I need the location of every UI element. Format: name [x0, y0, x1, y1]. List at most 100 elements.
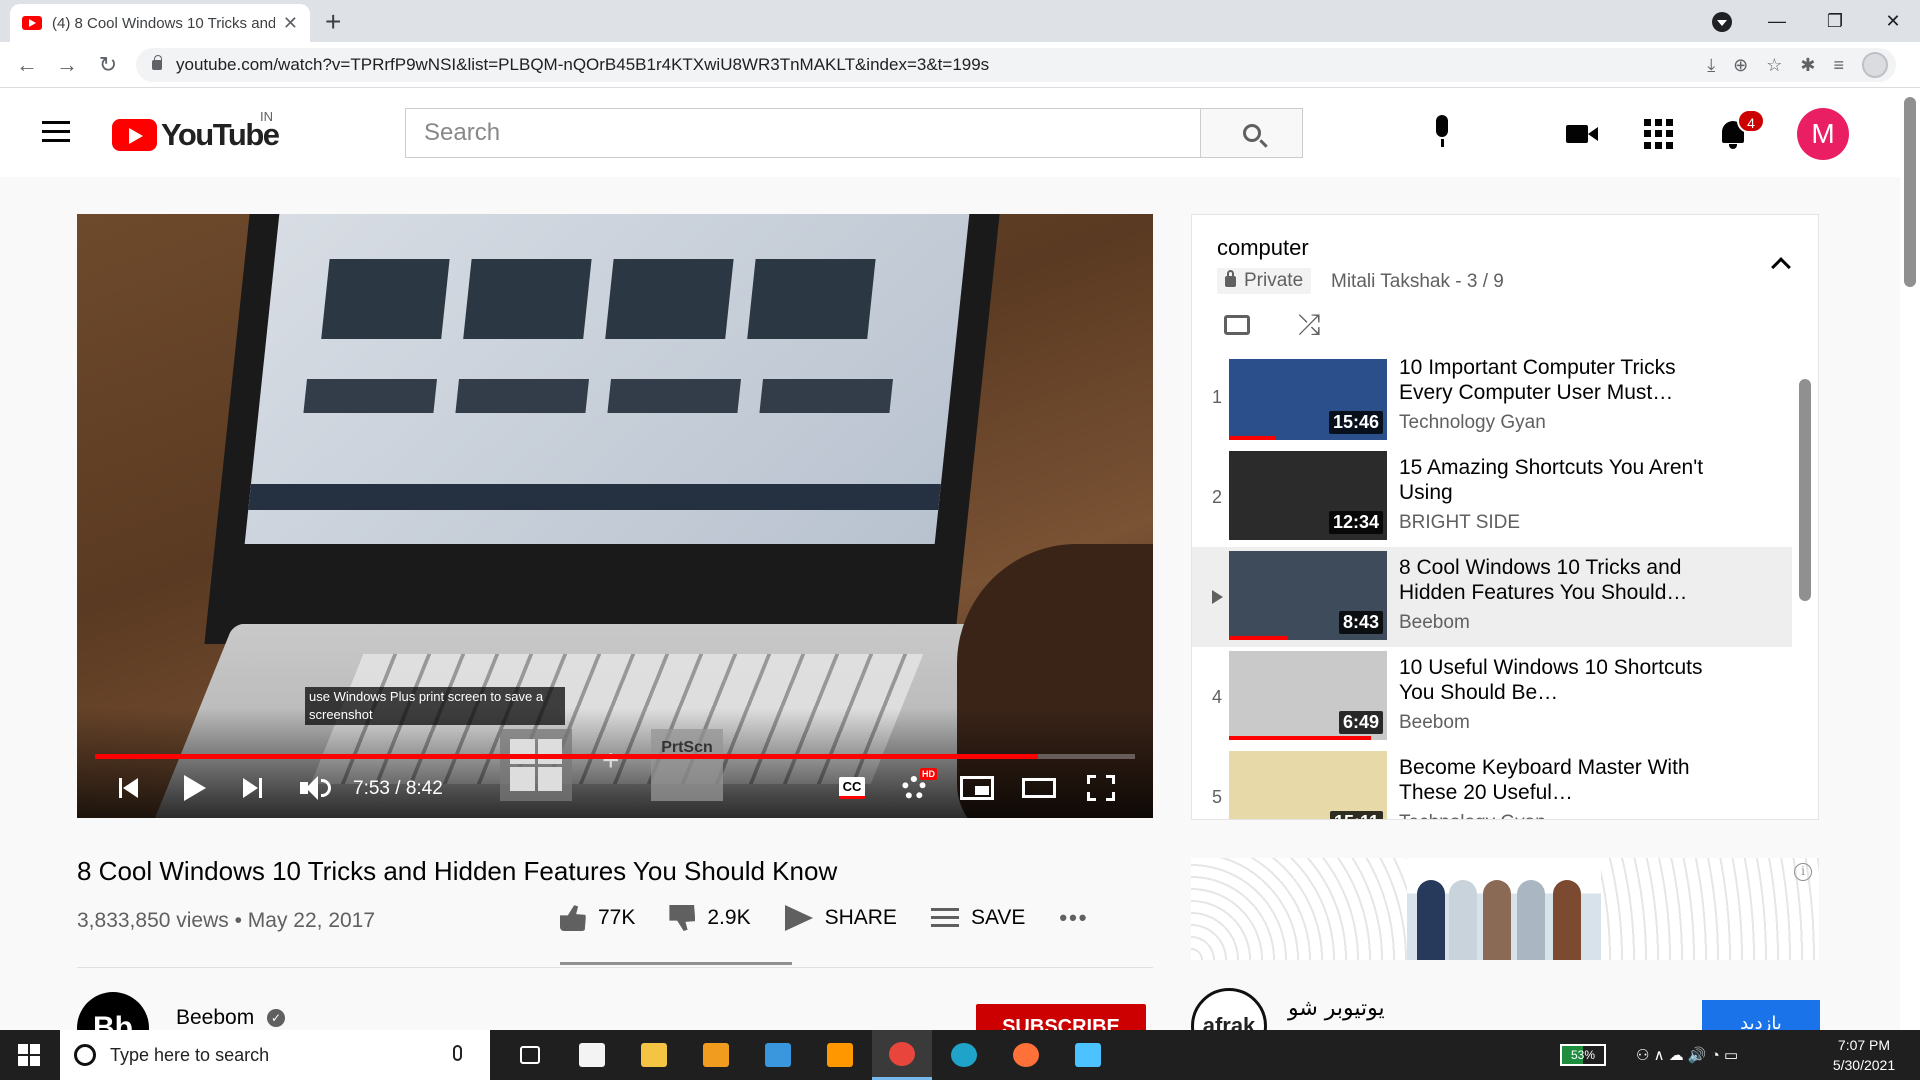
like-count: 77K [598, 906, 636, 929]
taskbar-sublime-icon[interactable] [810, 1030, 870, 1080]
playlist-item-duration: 12:34 [1328, 511, 1383, 534]
taskbar-paint-icon[interactable] [1058, 1030, 1118, 1080]
playlist-owner-position: Mitali Takshak - 3 / 9 [1331, 271, 1504, 292]
like-ratio-bar [560, 962, 792, 965]
account-avatar[interactable]: M [1797, 108, 1849, 160]
create-video-icon[interactable] [1566, 119, 1600, 149]
taskbar-clock[interactable]: 7:07 PM 5/30/2021 [1820, 1035, 1908, 1075]
playlist-scrollbar[interactable] [1799, 379, 1811, 601]
playlist-item-thumbnail[interactable]: 12:34 [1229, 451, 1387, 540]
page-scrollbar[interactable] [1900, 89, 1920, 1030]
taskbar-task-view-icon[interactable] [500, 1030, 560, 1080]
battery-indicator[interactable]: 53% [1560, 1044, 1606, 1066]
back-button[interactable]: ← [12, 50, 42, 80]
browser-tab-strip: (4) 8 Cool Windows 10 Tricks and ✕ + — ❐… [0, 0, 1920, 42]
apps-grid-icon[interactable] [1644, 119, 1673, 149]
search-button[interactable] [1200, 109, 1302, 157]
subtitles-button[interactable]: CC [835, 766, 869, 810]
playlist-item-thumbnail[interactable]: 15:46 [1229, 359, 1387, 440]
close-window-button[interactable]: ✕ [1868, 0, 1918, 42]
channel-name[interactable]: Beebom [176, 1006, 254, 1030]
theater-icon [1022, 778, 1056, 798]
video-actions: 77K 2.9K SHARE SAVE ••• [560, 905, 1123, 931]
taskbar-edge-icon[interactable] [934, 1030, 994, 1080]
voice-search-icon[interactable] [1428, 115, 1456, 153]
theater-mode-button[interactable] [1019, 766, 1059, 810]
watch-progress-bar [1229, 736, 1372, 740]
shuffle-icon[interactable]: ⤮ [1298, 311, 1320, 339]
previous-button[interactable] [113, 766, 143, 810]
ad-photo[interactable] [1407, 858, 1601, 960]
collapse-chevron-icon[interactable] [1771, 257, 1791, 277]
tab-close-icon[interactable]: ✕ [283, 13, 298, 34]
like-button[interactable]: 77K [560, 905, 635, 931]
divider [77, 967, 1153, 968]
miniplayer-button[interactable] [957, 766, 997, 810]
fullscreen-button[interactable] [1081, 766, 1121, 810]
youtube-favicon-icon [22, 16, 42, 30]
more-actions-icon[interactable]: ••• [1059, 905, 1088, 931]
taskbar-mic-icon[interactable] [453, 1045, 462, 1061]
playlist-item-index-cell: 5 [1202, 747, 1232, 819]
maximize-button[interactable]: ❐ [1810, 0, 1860, 42]
taskbar-store-icon[interactable] [562, 1030, 622, 1080]
dislike-button[interactable]: 2.9K [669, 905, 751, 931]
progress-bar[interactable] [95, 754, 1135, 759]
playlist-item-thumbnail[interactable]: 8:43 [1229, 551, 1387, 640]
taskbar-file-explorer-icon[interactable] [624, 1030, 684, 1080]
bookmark-star-icon[interactable]: ☆ [1766, 55, 1782, 76]
loop-playlist-icon[interactable] [1224, 315, 1250, 335]
address-bar[interactable]: youtube.com/watch?v=TPRrfP9wNSI&list=PLB… [136, 48, 1896, 82]
volume-icon[interactable] [295, 766, 335, 810]
playlist-item-title[interactable]: 10 Important Computer Tricks Every Compu… [1399, 359, 1719, 405]
start-windows-icon[interactable] [18, 1044, 40, 1066]
taskbar-media-player-icon[interactable] [686, 1030, 746, 1080]
url-text[interactable]: youtube.com/watch?v=TPRrfP9wNSI&list=PLB… [176, 55, 989, 75]
cc-icon: CC [838, 777, 866, 799]
playlist-item-duration: 15:11 [1329, 811, 1383, 819]
playlist-item-thumbnail[interactable]: 6:49 [1229, 651, 1387, 740]
ad-headline[interactable]: یوتیوبر شو [1288, 996, 1385, 1021]
forward-button[interactable]: → [52, 50, 82, 80]
taskbar-chrome-icon[interactable] [872, 1030, 932, 1080]
playlist-title[interactable]: computer [1217, 235, 1309, 261]
tab-search-icon[interactable] [1712, 12, 1732, 32]
zoom-icon[interactable]: ⊕ [1733, 55, 1748, 76]
extensions-icon[interactable]: ✱ [1800, 55, 1815, 76]
playlist-item[interactable]: 2 12:34 15 Amazing Shortcuts You Aren't Us… [1192, 447, 1792, 547]
playlist-item[interactable]: 1 15:46 10 Important Computer Tricks Every… [1192, 359, 1792, 447]
playlist-item-title[interactable]: Become Keyboard Master With These 20 Use… [1399, 755, 1719, 805]
youtube-logo[interactable]: YouTube IN [112, 109, 280, 153]
next-button[interactable] [237, 766, 267, 810]
playlist-item-title[interactable]: 8 Cool Windows 10 Tricks and Hidden Feat… [1399, 555, 1719, 605]
taskbar-search[interactable]: Type here to search [60, 1030, 490, 1080]
playlist-item[interactable]: 8:43 8 Cool Windows 10 Tricks and Hidden … [1192, 547, 1792, 647]
playlist-item[interactable]: 4 6:49 10 Useful Windows 10 Shortcuts You … [1192, 647, 1792, 747]
play-button[interactable] [177, 766, 213, 810]
lock-icon[interactable] [152, 55, 162, 70]
playlist-item-thumbnail[interactable]: 15:11 [1229, 751, 1387, 819]
playlist-item[interactable]: 5 15:11 Become Keyboard Master With These … [1192, 747, 1792, 819]
share-button[interactable]: SHARE [784, 905, 897, 931]
video-player[interactable]: use Windows Plus print screen to save a … [77, 214, 1153, 818]
minimize-button[interactable]: — [1752, 0, 1802, 42]
menu-icon[interactable] [42, 121, 70, 143]
search-input[interactable] [406, 109, 1200, 157]
omnibox-actions: ⤓ ⊕ ☆ ✱ ≡ [1707, 48, 1888, 82]
search-icon [1242, 124, 1261, 142]
cortana-icon [74, 1044, 96, 1066]
media-control-icon[interactable]: ≡ [1833, 55, 1844, 76]
save-button[interactable]: SAVE [930, 906, 1025, 930]
playlist-item-title[interactable]: 10 Useful Windows 10 Shortcuts You Shoul… [1399, 655, 1719, 705]
browser-tab[interactable]: (4) 8 Cool Windows 10 Tricks and ✕ [10, 4, 310, 42]
reload-button[interactable]: ↻ [93, 50, 123, 80]
taskbar-contacts-icon[interactable] [748, 1030, 808, 1080]
ad-banner[interactable]: i [1191, 858, 1819, 960]
ad-info-icon[interactable]: i [1794, 863, 1812, 881]
taskbar-firefox-icon[interactable] [996, 1030, 1056, 1080]
tray-icons[interactable]: ⚇ ∧ ☁ 🔊 ◔ ▭ [1636, 1030, 1738, 1080]
new-tab-button[interactable]: + [325, 6, 341, 38]
profile-avatar-icon[interactable] [1862, 52, 1888, 78]
install-icon[interactable]: ⤓ [1707, 55, 1715, 76]
playlist-item-title[interactable]: 15 Amazing Shortcuts You Aren't Using [1399, 455, 1719, 505]
